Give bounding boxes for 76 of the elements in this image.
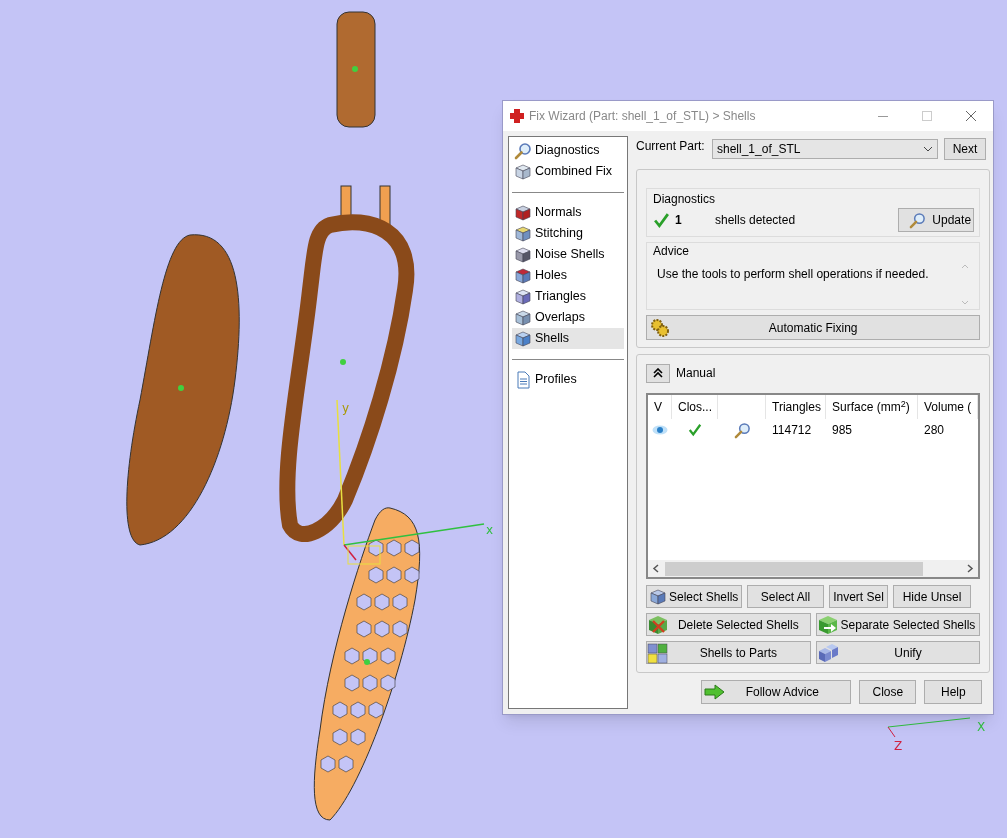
action-button[interactable]: Separate Selected Shells	[815, 613, 981, 636]
column-header[interactable]: Surface (mm$^{2}$)	[826, 395, 918, 419]
document-icon	[514, 370, 532, 389]
window-title: Fix Wizard (Part: shell_1_of_STL) > Shells	[529, 108, 756, 125]
sidebar-item[interactable]: Shells	[512, 328, 624, 349]
axis-label: Z	[894, 739, 903, 753]
sidebar-item[interactable]: Triangles	[512, 286, 624, 307]
action-button[interactable]: Unify	[815, 641, 981, 664]
sidebar-item[interactable]: Noise Shells	[512, 244, 624, 265]
close-icon	[965, 110, 977, 122]
chevron-up-icon	[961, 264, 970, 269]
action-button[interactable]: Delete Selected Shells	[646, 613, 811, 636]
eye-icon[interactable]	[652, 425, 668, 435]
cross-logo-icon	[509, 108, 525, 124]
table-cell-text: 280	[923, 422, 946, 439]
sidebar-item[interactable]: Overlaps	[512, 307, 624, 328]
action-button[interactable]: Select All	[747, 585, 824, 608]
sidebar-item[interactable]: Normals	[512, 202, 624, 223]
cube-icon	[514, 308, 532, 327]
gears-icon	[650, 318, 670, 338]
section-label: Manual	[676, 365, 716, 382]
blocks-icon	[647, 641, 669, 664]
collapse-button[interactable]	[646, 363, 670, 383]
cube-icon	[514, 203, 532, 222]
cubes-icon	[816, 641, 839, 664]
column-header[interactable]: V	[648, 395, 672, 419]
sidebar-item[interactable]: Diagnostics	[512, 140, 624, 161]
cube-icon	[514, 287, 532, 306]
delete-cube-icon	[647, 613, 669, 636]
search-icon	[514, 141, 532, 160]
footer-button[interactable]: Help	[924, 680, 983, 704]
arrow-right-icon	[704, 684, 727, 700]
cube-icon	[514, 245, 532, 264]
action-button[interactable]: Invert Sel	[829, 585, 888, 608]
table-cell-text: 114712	[771, 422, 813, 439]
horizontal-scrollbar[interactable]	[648, 560, 979, 577]
cube-icon	[649, 587, 667, 606]
shell-count: 1	[675, 212, 683, 229]
action-button[interactable]: Shells to Parts	[646, 641, 811, 664]
field-label: Current Part:	[636, 138, 706, 155]
cube-icon	[514, 329, 532, 348]
sidebar-item[interactable]: Stitching	[512, 223, 624, 244]
separate-cube-icon	[816, 613, 839, 636]
footer-button[interactable]: Follow Advice	[701, 680, 852, 704]
column-header[interactable]: Clos...	[672, 395, 718, 419]
column-header[interactable]: Triangles	[766, 395, 826, 419]
cube-icon	[514, 224, 532, 243]
search-icon	[909, 211, 927, 229]
action-button[interactable]: Select Shells	[646, 585, 742, 608]
update-button[interactable]: Update	[898, 208, 975, 232]
axis-label: x	[486, 523, 494, 537]
chevron-down-icon	[923, 146, 933, 152]
group-title: Diagnostics	[653, 191, 717, 208]
status-text: shells detected	[715, 212, 797, 229]
table-cell-text: 985	[831, 422, 854, 439]
search-icon	[733, 421, 751, 439]
automatic-fixing-button[interactable]: Automatic Fixing	[646, 315, 981, 340]
cube-icon	[514, 266, 532, 285]
check-icon	[653, 211, 670, 229]
sidebar-item[interactable]: Holes	[512, 265, 624, 286]
advice-text: Use the tools to perform shell operations if needed.	[657, 266, 930, 283]
axis-label: X	[977, 720, 986, 734]
double-chevron-up-icon	[653, 368, 663, 378]
sidebar-item[interactable]: Profiles	[512, 369, 624, 390]
cube-icon	[514, 162, 532, 181]
table-row[interactable]: 114712 985 280	[648, 419, 979, 441]
chevron-down-icon	[961, 300, 970, 305]
action-button[interactable]: Hide Unsel	[893, 585, 971, 608]
group-title: Advice	[653, 243, 691, 260]
next-button[interactable]: Next	[944, 138, 986, 160]
column-header[interactable]: Volume (	[918, 395, 979, 419]
sidebar-item[interactable]: Combined Fix	[512, 161, 624, 182]
footer-button[interactable]: Close	[859, 680, 917, 704]
axis-label: y	[342, 401, 350, 415]
check-icon	[688, 423, 702, 437]
part-dropdown[interactable]: shell_1_of_STL	[712, 139, 938, 159]
